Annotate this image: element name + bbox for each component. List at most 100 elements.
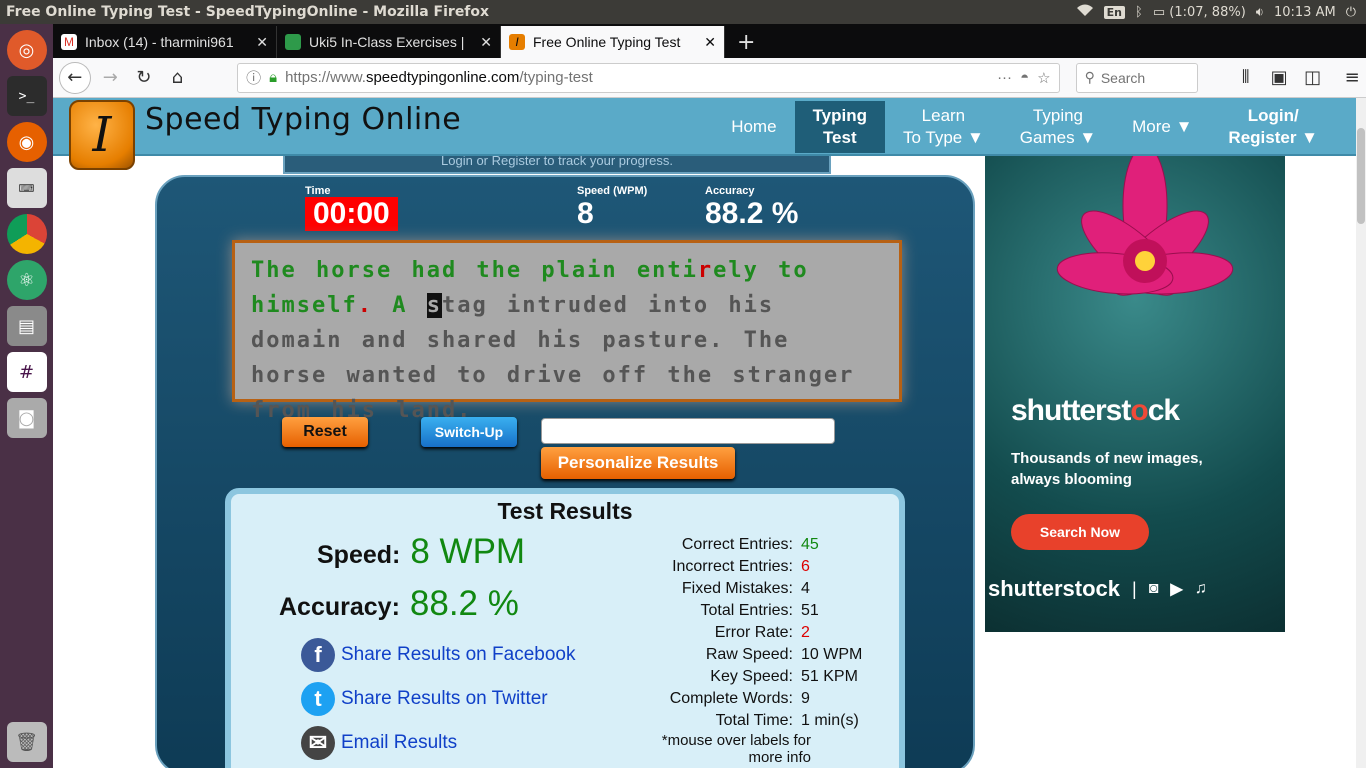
chrome-icon[interactable] — [6, 214, 47, 254]
bookmark-star-icon[interactable]: ☆ — [1037, 69, 1050, 87]
nav-learn-to-type[interactable]: Learn To Type ▼ — [885, 98, 1002, 156]
result-detail-label[interactable]: Complete Words: — [621, 690, 801, 708]
accuracy-label[interactable]: Accuracy — [705, 185, 798, 197]
result-detail-value: 1 min(s) — [801, 712, 859, 729]
camera-icon[interactable]: ◙ — [6, 398, 47, 438]
tab-label: Free Online Typing Test — [533, 34, 681, 50]
volume-icon[interactable]: 🔉︎ — [1256, 5, 1264, 20]
close-icon[interactable]: ✕ — [256, 34, 268, 51]
result-detail-value: 45 — [801, 536, 819, 553]
url-bar[interactable]: ⓘ 🔒︎ https://www.speedtypingonline.com/t… — [237, 62, 1060, 93]
typed-correct-text: A — [372, 293, 427, 318]
ad-divider: | — [1132, 578, 1137, 599]
tab-typing-test[interactable]: I Free Online Typing Test ✕ — [501, 26, 725, 58]
site-nav: Home Typing Test Learn To Type ▼ Typing Gam… — [713, 98, 1336, 156]
result-detail-label[interactable]: Fixed Mistakes: — [621, 580, 801, 598]
email-results-link[interactable]: ✉ Email Results — [301, 726, 457, 760]
personalize-results-button[interactable]: Personalize Results — [541, 447, 735, 479]
firefox-icon[interactable]: ◉ — [6, 122, 47, 162]
speedtyping-favicon: I — [509, 34, 525, 50]
result-detail-label[interactable]: Total Entries: — [621, 602, 801, 620]
site-logo[interactable]: I — [69, 100, 135, 170]
page-scrollbar[interactable] — [1356, 98, 1366, 768]
share-twitter-link[interactable]: t Share Results on Twitter — [301, 682, 548, 716]
window-title: Free Online Typing Test - SpeedTypingOnl… — [6, 4, 490, 20]
result-detail-label[interactable]: Error Rate: — [621, 624, 801, 642]
result-detail-label[interactable]: Correct Entries: — [621, 536, 801, 554]
sidebar-icon[interactable]: ◫ — [1299, 64, 1327, 92]
browser-nav-bar: ← → ↻ ⌂ ⓘ 🔒︎ https://www.speedtypingonli… — [53, 58, 1366, 98]
share-facebook-label: Share Results on Facebook — [341, 644, 576, 665]
result-detail-value: 2 — [801, 624, 810, 641]
gmail-icon: M — [61, 34, 77, 50]
downloads-icon[interactable]: ▣ — [1265, 64, 1293, 92]
nav-more[interactable]: More ▼ — [1114, 98, 1210, 156]
browser-tab-bar: M Inbox (14) - tharmini961 ✕ Uki5 In-Cla… — [53, 24, 1366, 58]
home-button[interactable]: ⌂ — [164, 64, 192, 92]
nav-login-register[interactable]: Login/Register ▼ — [1210, 98, 1336, 156]
ad-search-now-button[interactable]: Search Now — [1011, 514, 1149, 550]
search-input[interactable]: ⚲ Search — [1075, 62, 1198, 93]
results-title: Test Results — [497, 498, 633, 524]
nav-typing-games[interactable]: Typing Games ▼ — [1002, 98, 1114, 156]
slack-icon[interactable]: # — [6, 352, 47, 392]
trash-icon[interactable]: 🗑︎ — [6, 722, 47, 762]
terminal-icon[interactable]: >_ — [6, 76, 47, 116]
result-detail-row: Correct Entries: 45 — [621, 534, 901, 556]
result-detail-label[interactable]: Raw Speed: — [621, 646, 801, 664]
tab-gmail[interactable]: M Inbox (14) - tharmini961 ✕ — [53, 26, 277, 58]
atom-icon[interactable]: ⚛ — [6, 260, 47, 300]
result-detail-label[interactable]: Incorrect Entries: — [621, 558, 801, 576]
share-facebook-link[interactable]: f Share Results on Facebook — [301, 638, 575, 672]
reset-button[interactable]: Reset — [282, 417, 368, 447]
system-tray: En ᛒ ▭ (1:07, 88%) 🔉︎ 10:13 AM ⏻ — [1076, 3, 1366, 21]
site-name[interactable]: Speed Typing Online — [145, 102, 461, 137]
video-icon: ▶ — [1170, 581, 1183, 598]
new-tab-button[interactable]: + — [725, 26, 767, 58]
back-button[interactable]: ← — [59, 61, 91, 94]
result-accuracy-value: 88.2 % — [409, 584, 519, 623]
close-icon[interactable]: ✕ — [704, 34, 716, 51]
wifi-icon[interactable] — [1076, 3, 1094, 21]
pocket-icon[interactable]: ◓ — [1020, 69, 1029, 86]
site-header: Speed Typing Online Home Typing Test Lear… — [53, 98, 1356, 156]
typing-passage[interactable]: The horse had the plain entirely to hims… — [232, 240, 902, 423]
result-detail-value: 4 — [801, 580, 810, 597]
nav-typing-test[interactable]: Typing Test — [794, 101, 886, 153]
keyboard-language[interactable]: En — [1103, 5, 1126, 19]
result-detail-label[interactable]: Key Speed: — [621, 668, 801, 686]
time-value: 00:00 — [305, 197, 398, 231]
bluetooth-icon[interactable]: ᛒ — [1135, 5, 1143, 20]
result-detail-label[interactable]: Total Time: — [621, 712, 801, 730]
result-detail-row: Incorrect Entries: 6 — [621, 556, 901, 578]
power-icon[interactable]: ⏻ — [1346, 5, 1356, 20]
menu-icon[interactable]: ≡ — [1338, 64, 1366, 92]
photo-icon: ◙ — [1148, 580, 1159, 597]
reload-button[interactable]: ↻ — [130, 64, 158, 92]
keyboard-icon[interactable]: ⌨ — [6, 168, 47, 208]
result-detail-row: Fixed Mistakes: 4 — [621, 578, 901, 600]
ubuntu-dash-icon[interactable]: ◎ — [6, 30, 47, 70]
files-icon[interactable]: ▤ — [6, 306, 47, 346]
library-icon[interactable]: ⫴ — [1232, 64, 1260, 92]
speed-label[interactable]: Speed (WPM) — [577, 185, 647, 197]
typed-error-char: r — [697, 258, 714, 283]
page-actions-icon[interactable]: ··· — [997, 69, 1012, 86]
result-speed-value: 8 WPM — [410, 532, 526, 571]
switch-up-button[interactable]: Switch-Up — [421, 417, 517, 447]
nav-home[interactable]: Home — [713, 98, 794, 156]
info-icon[interactable]: ⓘ — [246, 67, 261, 88]
forward-button[interactable]: → — [97, 64, 125, 92]
login-prompt[interactable]: Login or Register to track your progress… — [283, 156, 831, 174]
close-icon[interactable]: ✕ — [480, 34, 492, 51]
typing-input[interactable] — [541, 418, 835, 444]
battery-indicator[interactable]: ▭ (1:07, 88%) — [1153, 5, 1246, 20]
result-detail-row: Key Speed: 51 KPM — [621, 666, 901, 688]
result-detail-row: Total Time: 1 min(s) — [621, 710, 901, 732]
tab-label: Inbox (14) - tharmini961 — [85, 34, 234, 50]
clock[interactable]: 10:13 AM — [1274, 5, 1336, 20]
scrollbar-thumb[interactable] — [1357, 128, 1365, 224]
tab-uki5[interactable]: Uki5 In-Class Exercises | ✕ — [277, 26, 501, 58]
mouseover-note: *mouse over labels for more info — [661, 732, 811, 766]
shutterstock-ad[interactable]: shutterstock Thousands of new images, al… — [985, 156, 1285, 632]
